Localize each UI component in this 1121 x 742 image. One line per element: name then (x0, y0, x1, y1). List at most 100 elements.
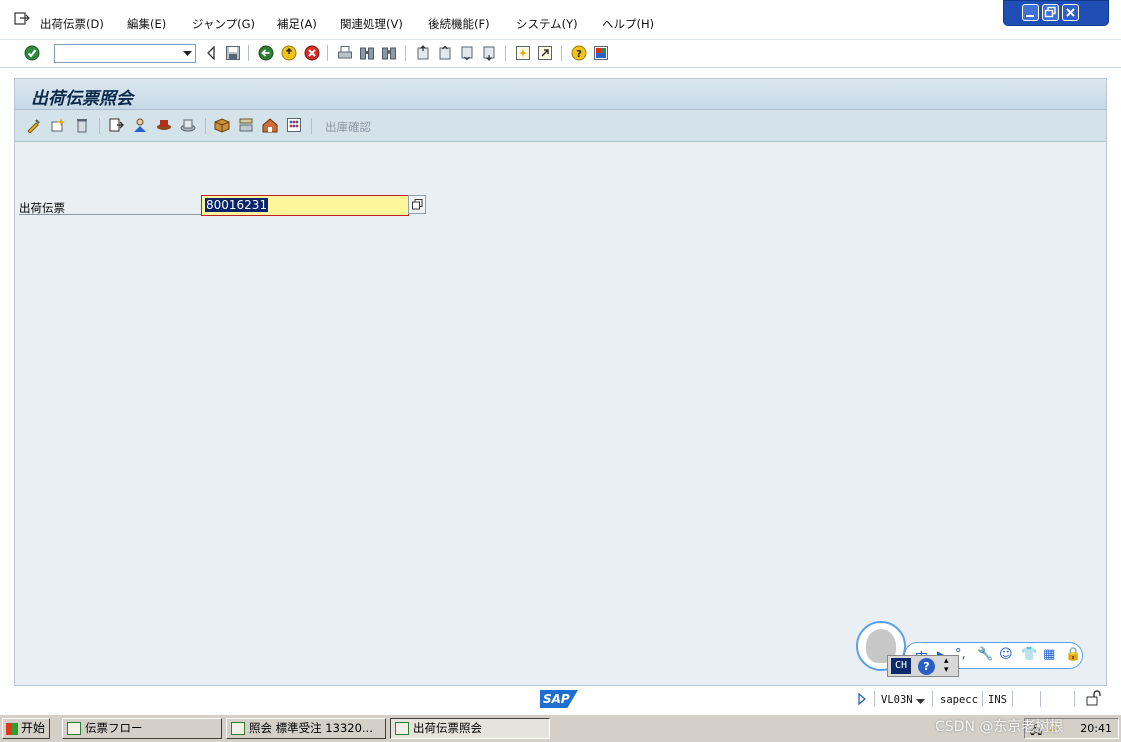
sap-logo: SAP (540, 690, 578, 708)
menu-extras[interactable]: 補足(A) (277, 16, 317, 32)
items-icon[interactable] (179, 116, 197, 134)
minimize-icon (1026, 15, 1034, 17)
grid-icon[interactable]: ▦ (1043, 647, 1055, 662)
menu-delivery[interactable]: 出荷伝票(D) (40, 16, 104, 32)
sap-window-icon (231, 722, 245, 735)
cancel-icon[interactable] (303, 44, 321, 62)
post-goods-issue-button: 出庫確認 (325, 120, 371, 134)
exit-icon[interactable] (280, 44, 298, 62)
help-icon[interactable]: ? (570, 44, 588, 62)
toolbar-separator (327, 45, 328, 61)
sap-window-icon (395, 722, 409, 735)
collapse-left-icon[interactable] (202, 44, 220, 62)
new-session-icon[interactable] (514, 44, 532, 62)
warehouse-icon[interactable] (261, 116, 279, 134)
task-label: 出荷伝票照会 (413, 721, 482, 735)
next-page-icon[interactable] (458, 44, 476, 62)
toolbar-separator (311, 118, 312, 134)
ime-menu-icon[interactable]: ▴ ▾ (944, 657, 949, 675)
menu-subsequent-functions[interactable]: 後続機能(F) (428, 16, 490, 32)
start-label: 开始 (21, 721, 46, 735)
restore-button[interactable] (1042, 4, 1059, 21)
windows-flag-icon (6, 723, 18, 735)
menu-system[interactable]: システム(Y) (516, 16, 578, 32)
delete-icon[interactable] (73, 116, 91, 134)
back-icon[interactable] (257, 44, 275, 62)
toolbar-separator (505, 45, 506, 61)
insert-mode: INS (988, 694, 1007, 706)
close-icon (1066, 8, 1075, 17)
value-help-icon[interactable] (408, 195, 426, 214)
delivery-number-value: 80016231 (205, 198, 269, 212)
menu-bar: 出荷伝票(D) 編集(E) ジャンプ(G) 補足(A) 関連処理(V) 後続機能… (0, 0, 1121, 40)
last-page-icon[interactable] (480, 44, 498, 62)
picking-icon[interactable] (237, 116, 255, 134)
find-next-icon[interactable] (380, 44, 398, 62)
start-button[interactable]: 开始 (2, 718, 50, 739)
toolbar-separator (205, 118, 206, 134)
first-page-icon[interactable] (414, 44, 432, 62)
task-label: 伝票フロー (85, 721, 143, 735)
menu-help[interactable]: ヘルプ(H) (602, 16, 654, 32)
server-name: sapecc (940, 694, 978, 706)
window-controls (1003, 0, 1109, 26)
shortcut-icon[interactable] (536, 44, 554, 62)
task-delivery-display[interactable]: 出荷伝票照会 (390, 718, 550, 739)
transaction-code: VL03N (881, 694, 913, 706)
header-icon[interactable] (155, 116, 173, 134)
command-field[interactable] (54, 44, 196, 63)
menu-app-icon[interactable] (14, 12, 30, 26)
print-icon[interactable] (336, 44, 354, 62)
menu-edit[interactable]: 編集(E) (127, 16, 166, 32)
customize-layout-icon[interactable] (592, 44, 610, 62)
toolbar-separator (561, 45, 562, 61)
svg-text:?: ? (576, 49, 582, 60)
save-icon[interactable] (224, 44, 242, 62)
enter-check-icon[interactable] (23, 44, 41, 62)
overview-grid-icon[interactable] (285, 116, 303, 134)
close-button[interactable] (1062, 4, 1079, 21)
delivery-number-label: 出荷伝票 (19, 199, 205, 215)
chevron-down-icon[interactable] (180, 45, 195, 62)
ime-mode-button[interactable]: CH (891, 658, 911, 674)
status-divider (1074, 691, 1075, 707)
create-icon[interactable] (49, 116, 67, 134)
status-divider (932, 691, 933, 707)
toolbar-separator (405, 45, 406, 61)
minimize-button[interactable] (1022, 4, 1039, 21)
sap-window-icon (67, 722, 81, 735)
ime-mini-bar: CH ? ▴ ▾ (887, 655, 959, 677)
restore-icon (1044, 6, 1056, 18)
wrench-icon[interactable]: 🔧 (977, 647, 993, 662)
status-expand-icon[interactable] (858, 692, 867, 708)
clock: 20:41 (1080, 722, 1112, 735)
transaction-dropdown-icon[interactable] (916, 695, 925, 708)
toolbar-separator (248, 45, 249, 61)
status-divider (874, 691, 875, 707)
menu-environment[interactable]: 関連処理(V) (340, 16, 403, 32)
previous-page-icon[interactable] (436, 44, 454, 62)
unlock-icon[interactable] (1085, 690, 1101, 709)
delivery-number-input[interactable]: 80016231 (201, 195, 409, 216)
status-divider (1012, 691, 1013, 707)
watermark: CSDN @东京老树根 (935, 719, 1064, 735)
status-divider (982, 691, 983, 707)
task-document-flow[interactable]: 伝票フロー (62, 718, 222, 739)
main-frame: 出荷伝票照会 出庫確認 出荷伝票 80016231 (14, 78, 1107, 686)
shirt-icon[interactable]: 👕 (1021, 647, 1037, 662)
partner-icon[interactable] (131, 116, 149, 134)
find-icon[interactable] (358, 44, 376, 62)
screen-title-bar: 出荷伝票照会 (15, 79, 1106, 110)
smiley-icon[interactable]: ☺ (999, 647, 1013, 662)
menu-goto[interactable]: ジャンプ(G) (192, 16, 255, 32)
change-mode-icon[interactable] (25, 116, 43, 134)
ime-help-button[interactable]: ? (918, 658, 935, 675)
status-bar: SAP VL03N sapecc INS (0, 686, 1121, 714)
application-toolbar: 出庫確認 (15, 110, 1106, 142)
packing-icon[interactable] (213, 116, 231, 134)
toolbar-separator (99, 118, 100, 134)
status-divider (1040, 691, 1041, 707)
document-flow-icon[interactable] (107, 116, 125, 134)
lock-icon[interactable]: 🔒 (1065, 647, 1081, 662)
task-sales-order[interactable]: 照会 標準受注 13320... (226, 718, 386, 739)
